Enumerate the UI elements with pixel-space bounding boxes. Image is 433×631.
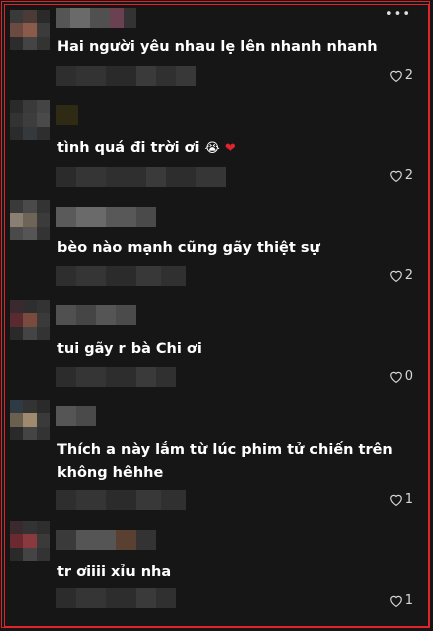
red-heart-emoji: ❤: [224, 141, 236, 156]
heart-outline-icon: [389, 494, 402, 506]
more-options-icon[interactable]: •••: [385, 8, 411, 21]
comment-text: Hai người yêu nhau lẹ lên nhanh nhanh: [57, 39, 378, 55]
comment-meta-blurred: [56, 490, 186, 510]
like-button[interactable]: 1: [389, 492, 413, 507]
heart-outline-icon: [389, 270, 402, 282]
username-blurred[interactable]: [56, 406, 96, 426]
avatar[interactable]: [10, 200, 50, 240]
comment-text: tui gãy r bà Chi ơi: [57, 341, 202, 357]
like-button[interactable]: 2: [389, 268, 413, 283]
username-blurred[interactable]: [56, 8, 136, 28]
comment-meta-blurred: [56, 588, 176, 608]
avatar[interactable]: [10, 521, 50, 561]
heart-outline-icon: [389, 70, 402, 82]
comment-meta-blurred: [56, 167, 226, 187]
username-blurred[interactable]: [56, 530, 156, 550]
like-count: 2: [404, 268, 413, 283]
comment-meta-blurred: [56, 266, 186, 286]
comment-text: tr ơiiii xỉu nha: [57, 564, 172, 580]
avatar[interactable]: [10, 100, 50, 140]
comment-meta-blurred: [56, 66, 196, 86]
like-count: 0: [404, 369, 413, 384]
like-button[interactable]: 1: [389, 593, 413, 608]
comment-text: tình quá đi trời ơi 😭 ❤: [57, 140, 236, 156]
like-button[interactable]: 2: [389, 68, 413, 83]
avatar[interactable]: [10, 400, 50, 440]
like-button[interactable]: 2: [389, 168, 413, 183]
username-blurred[interactable]: [56, 305, 136, 325]
like-button[interactable]: 0: [389, 369, 413, 384]
like-count: 2: [404, 68, 413, 83]
username-blurred[interactable]: [56, 207, 156, 227]
comment-meta-blurred: [56, 367, 176, 387]
heart-outline-icon: [389, 170, 402, 182]
avatar[interactable]: [10, 300, 50, 340]
heart-outline-icon: [389, 595, 402, 607]
like-count: 1: [404, 492, 413, 507]
crying-emoji: 😭: [204, 141, 220, 156]
username-blurred[interactable]: [56, 105, 78, 125]
avatar[interactable]: [10, 10, 50, 50]
heart-outline-icon: [389, 371, 402, 383]
like-count: 1: [404, 593, 413, 608]
comment-text: bèo nào mạnh cũng gãy thiệt sự: [57, 240, 320, 256]
comment-text: Thích a này lắm từ lúc phim tử chiến trê…: [57, 442, 393, 481]
like-count: 2: [404, 168, 413, 183]
